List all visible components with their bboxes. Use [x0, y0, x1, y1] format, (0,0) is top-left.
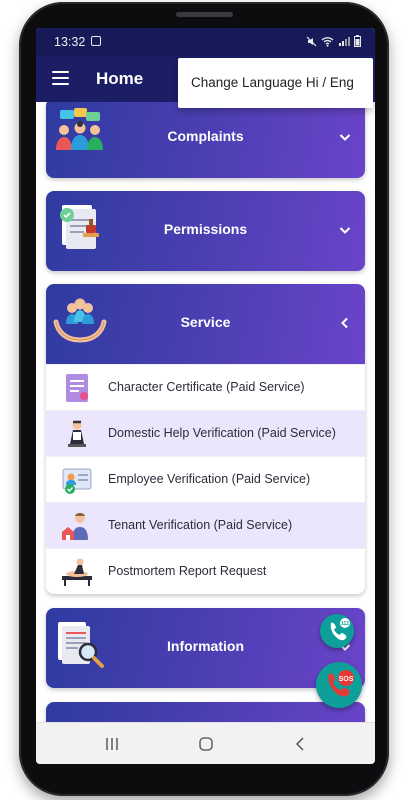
phone-icon: 112: [330, 618, 350, 641]
service-card-header[interactable]: Service: [46, 284, 365, 364]
system-nav-bar: [36, 722, 375, 764]
chevron-left-icon: [341, 317, 348, 329]
service-item-label: Character Certificate (Paid Service): [108, 380, 305, 394]
chevron-down-icon: [339, 134, 351, 141]
battery-icon: [354, 35, 361, 47]
status-icons: [306, 35, 361, 47]
service-item-label: Employee Verification (Paid Service): [108, 472, 311, 486]
status-time: 13:32: [54, 35, 86, 49]
change-language-menu-item[interactable]: Change Language Hi / Eng: [178, 58, 373, 108]
autopsy-icon: [62, 558, 92, 586]
sos-label: SOS: [339, 676, 354, 683]
tenant-house-icon: [62, 513, 88, 540]
emergency-number-label: 112: [341, 621, 349, 627]
service-item-postmortem-report[interactable]: Postmortem Report Request: [46, 548, 365, 594]
service-item-employee-verification[interactable]: Employee Verification (Paid Service): [46, 456, 365, 502]
recents-icon[interactable]: [102, 735, 122, 753]
certificate-icon: [66, 374, 88, 402]
service-item-label: Tenant Verification (Paid Service): [108, 518, 293, 532]
change-language-label: Change Language Hi / Eng: [191, 75, 354, 90]
sos-phone-icon: SOS: [328, 670, 354, 697]
hamburger-menu-icon[interactable]: [52, 71, 69, 85]
id-card-check-icon: [62, 468, 92, 494]
complaints-label: Complaints: [167, 128, 244, 144]
service-item-domestic-help-verification[interactable]: Domestic Help Verification (Paid Service…: [46, 410, 365, 456]
screen: 13:32 Home Change Language Hi / Eng Comp…: [36, 28, 375, 764]
emergency-112-button[interactable]: 112: [320, 614, 354, 648]
service-label: Service: [180, 314, 231, 330]
service-card: Service Character Certificate (Paid Serv…: [46, 284, 365, 594]
home-icon[interactable]: [196, 735, 216, 753]
status-bar: 13:32: [36, 28, 375, 56]
maid-icon: [68, 420, 86, 447]
service-item-label: Domestic Help Verification (Paid Service…: [108, 426, 336, 440]
notification-icon: [91, 36, 101, 46]
mute-icon: [306, 36, 317, 46]
permissions-card-header[interactable]: Permissions: [46, 191, 365, 271]
service-item-label: Postmortem Report Request: [108, 564, 267, 578]
permissions-card: Permissions: [46, 191, 365, 271]
chevron-down-icon: [339, 227, 351, 234]
page-title: Home: [96, 69, 144, 88]
signal-icon: [339, 36, 350, 46]
service-item-character-certificate[interactable]: Character Certificate (Paid Service): [46, 364, 365, 410]
permissions-label: Permissions: [163, 221, 248, 237]
sos-button[interactable]: SOS: [316, 662, 362, 708]
phone-speaker: [176, 12, 233, 17]
complaints-card: Complaints: [46, 102, 365, 178]
complaints-card-header[interactable]: Complaints: [46, 102, 365, 178]
back-icon[interactable]: [290, 735, 310, 753]
wifi-icon: [321, 36, 334, 47]
service-item-tenant-verification[interactable]: Tenant Verification (Paid Service): [46, 502, 365, 548]
information-label: Information: [167, 638, 244, 654]
